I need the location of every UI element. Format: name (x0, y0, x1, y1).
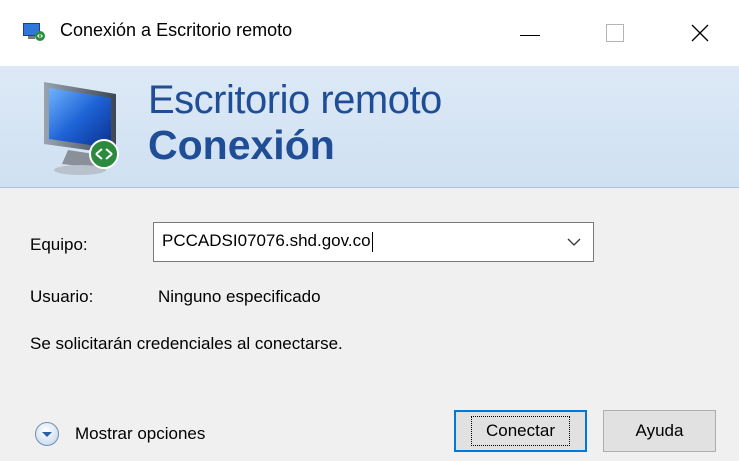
maximize-icon (606, 24, 624, 42)
help-button[interactable]: Ayuda (603, 410, 716, 452)
equipo-combobox[interactable]: PCCADSI07076.shd.gov.co (153, 222, 594, 262)
maximize-button[interactable] (575, 0, 655, 66)
title-bar[interactable]: Conexión a Escritorio remoto (0, 0, 739, 66)
remote-desktop-icon (23, 23, 45, 41)
equipo-value: PCCADSI07076.shd.gov.co (162, 231, 371, 250)
equipo-label: Equipo: (30, 235, 88, 254)
rdp-window: Conexión a Escritorio remoto Escritorio … (0, 0, 739, 461)
show-options-label[interactable]: Mostrar opciones (75, 424, 205, 444)
connect-button-label: Conectar (471, 416, 570, 446)
expand-circle-icon[interactable] (34, 421, 60, 447)
help-button-label: Ayuda (635, 421, 684, 440)
usuario-label: Usuario: (30, 287, 94, 306)
text-caret (371, 231, 373, 252)
chevron-down-icon[interactable] (565, 233, 583, 251)
credentials-note: Se solicitarán credenciales al conectars… (30, 334, 343, 353)
banner-title-line1: Escritorio remoto (148, 78, 442, 122)
monitor-remote-icon (44, 82, 119, 175)
equipo-input[interactable]: PCCADSI07076.shd.gov.co (162, 231, 373, 252)
minimize-button[interactable] (490, 0, 570, 66)
header-banner: Escritorio remoto Conexión (0, 66, 739, 188)
show-options-toggle[interactable]: Mostrar opciones (34, 419, 205, 449)
connect-button[interactable]: Conectar (454, 410, 587, 452)
banner-title-line2: Conexión (148, 122, 335, 168)
usuario-value: Ninguno especificado (158, 287, 321, 306)
close-button[interactable] (660, 0, 739, 66)
minimize-icon (520, 34, 540, 36)
close-icon (691, 24, 709, 42)
window-title: Conexión a Escritorio remoto (60, 20, 293, 40)
